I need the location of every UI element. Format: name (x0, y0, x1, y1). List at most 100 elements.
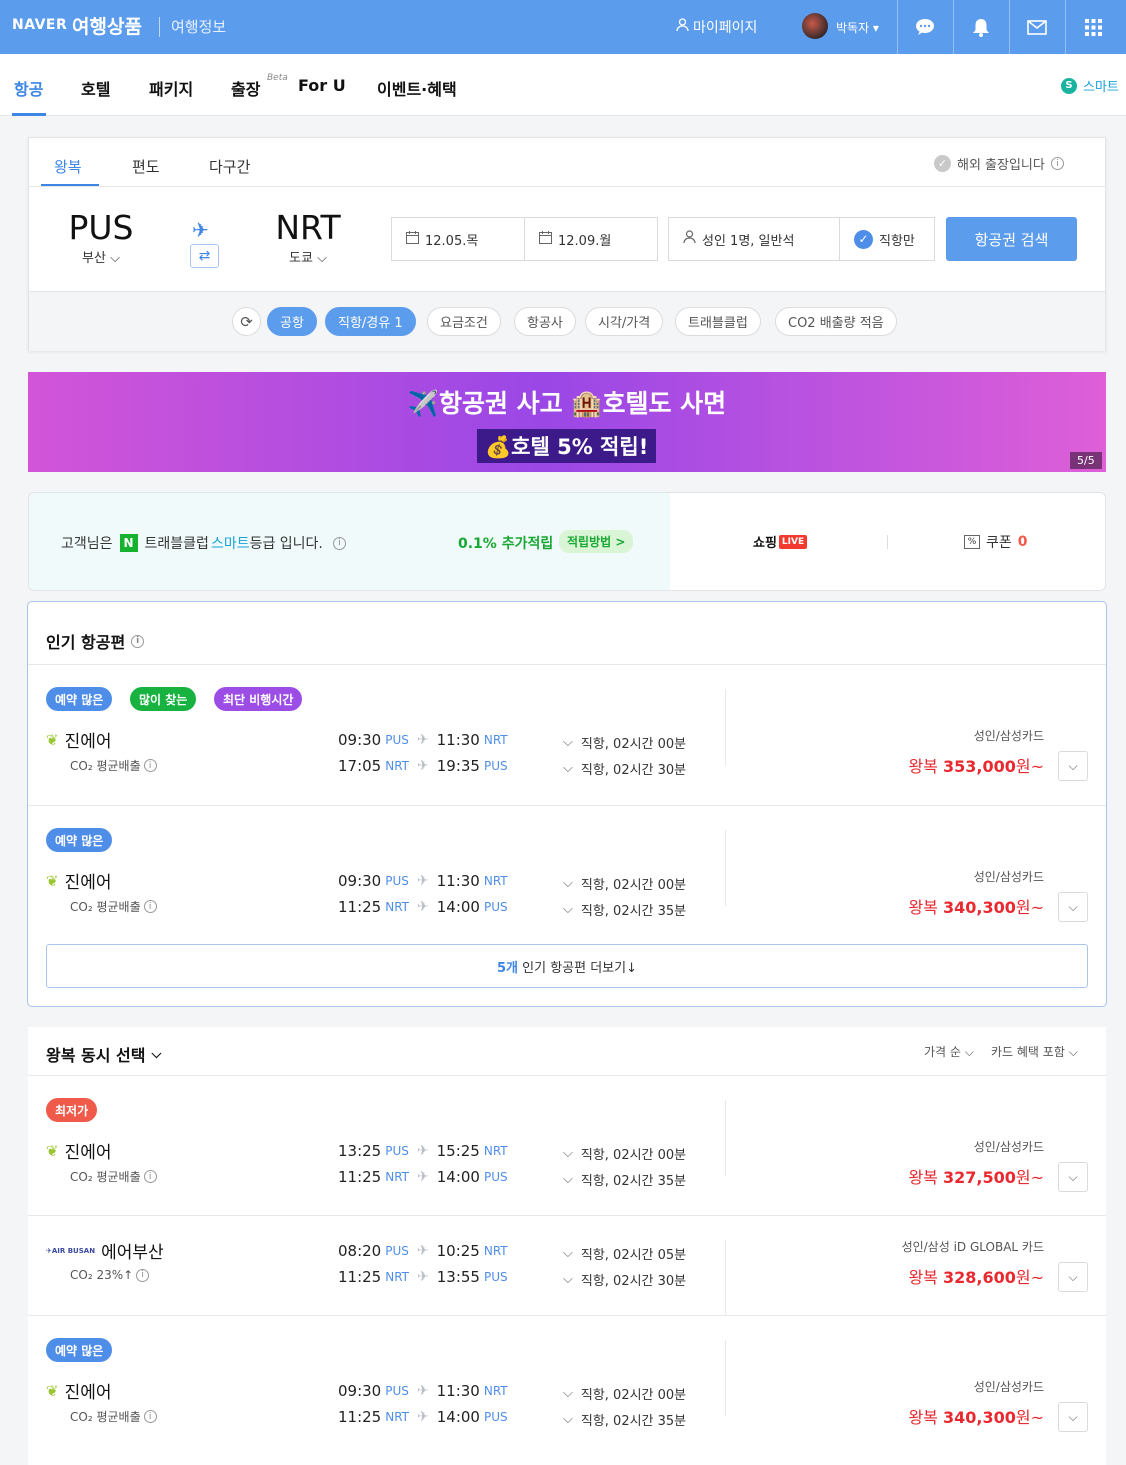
tab-events[interactable]: 이벤트·혜택 (377, 76, 457, 100)
apps-grid-icon[interactable] (1082, 16, 1104, 38)
flight-duration[interactable]: ⌵ 직항, 02시간 35분 (563, 1410, 686, 1429)
filter-time-price[interactable]: 시각/가격 (585, 307, 664, 336)
reset-filters-button[interactable]: ⟳ (232, 307, 261, 336)
return-date-field[interactable]: 12.09.월 (524, 217, 658, 261)
expand-button[interactable]: ⌵ (1058, 1262, 1088, 1292)
flight-duration[interactable]: ⌵ 직항, 02시간 00분 (563, 1144, 686, 1163)
price-prefix: 왕복 (908, 1268, 938, 1287)
flight-duration[interactable]: ⌵ 직항, 02시간 35분 (563, 900, 686, 919)
origin-city: 부산 (82, 251, 106, 266)
co2-label: CO₂ 평균배출 (70, 1410, 141, 1424)
filter-airport[interactable]: 공항 (267, 307, 317, 336)
flight-duration[interactable]: ⌵ 직항, 02시간 05분 (563, 1244, 686, 1263)
divider (725, 1340, 726, 1416)
price-value: 340,300 (942, 898, 1016, 917)
tab-for-u[interactable]: For U (298, 76, 346, 95)
coupon-link[interactable]: % 쿠폰 0 (964, 532, 1028, 552)
info-icon[interactable]: i (136, 1268, 150, 1282)
overseas-business-toggle[interactable]: ✓ 해외 출장입니다 i (934, 154, 1064, 173)
tab-one-way[interactable]: 편도 (132, 156, 160, 177)
popular-title: 인기 항공편 (46, 633, 126, 652)
departure-date-field[interactable]: 12.05.목 (391, 217, 525, 261)
sort-card-dropdown[interactable]: 카드 혜택 포함 ⌵ (991, 1043, 1078, 1060)
info-icon[interactable]: i (143, 1410, 157, 1423)
flight-duration[interactable]: ⌵ 직항, 02시간 00분 (563, 733, 686, 752)
filter-co2[interactable]: CO2 배출량 적음 (775, 307, 897, 336)
tab-business-trip[interactable]: 출장 (231, 76, 260, 100)
shopping-live-link[interactable]: 쇼핑 LIVE (753, 532, 808, 551)
origin-selector[interactable]: PUS 부산 ⌵ (65, 208, 137, 266)
bell-icon[interactable] (970, 16, 992, 38)
expand-button[interactable]: ⌵ (1058, 751, 1088, 781)
passenger-field[interactable]: 성인 1명, 일반석 (668, 217, 840, 261)
info-icon[interactable]: i (143, 900, 157, 913)
travel-info-link[interactable]: 여행정보 (171, 16, 226, 37)
flight-search-button[interactable]: 항공권 검색 (946, 217, 1077, 261)
expand-button[interactable]: ⌵ (1058, 1402, 1088, 1432)
flight-duration[interactable]: ⌵ 직항, 02시간 00분 (563, 874, 686, 893)
info-icon[interactable]: i (332, 536, 346, 550)
accrual-method-button[interactable]: 적립방법 > (559, 530, 634, 553)
chat-icon[interactable] (914, 16, 936, 38)
flight-price[interactable]: 왕복 340,300원~ (824, 894, 1044, 918)
check-icon: ✓ (934, 155, 951, 172)
flight-price[interactable]: 왕복 327,500원~ (824, 1164, 1044, 1188)
sort-price-dropdown[interactable]: 가격 순 ⌵ (924, 1043, 974, 1060)
airline-label: 진에어 (64, 873, 112, 893)
expand-button[interactable]: ⌵ (1058, 892, 1088, 922)
calendar-icon (406, 230, 419, 248)
direct-only-checkbox[interactable]: ✓ 직항만 (839, 217, 935, 261)
mail-icon[interactable] (1026, 16, 1048, 38)
tab-packages[interactable]: 패키지 (149, 76, 193, 100)
chevron-down-icon: ⌵ (151, 1046, 162, 1062)
more-popular-button[interactable]: 5개 인기 항공편 더보기↓ (46, 944, 1088, 988)
info-icon[interactable]: i (143, 759, 157, 772)
club-msg-suffix: 등급 입니다. (249, 536, 323, 552)
flight-leg: 11:25 NRT ✈ 14:00 PUS (338, 898, 508, 916)
flight-duration[interactable]: ⌵ 직항, 02시간 30분 (563, 1270, 686, 1289)
duration-label: 직항, 02시간 30분 (580, 1274, 687, 1289)
filter-stops[interactable]: 직항/경유 1 (325, 307, 416, 336)
departure-time: 08:20 (338, 1242, 382, 1260)
flight-duration[interactable]: ⌵ 직항, 02시간 35분 (563, 1170, 686, 1189)
departure-airport: PUS (385, 1244, 409, 1258)
filter-travel-club[interactable]: 트래블클럽 (675, 307, 761, 336)
flight-row[interactable]: 최저가 ❦ 진에어 CO₂ 평균배출 i 13:25 PUS ✈ 15:25 NR… (28, 1076, 1106, 1216)
section-title[interactable]: 왕복 동시 선택 ⌵ (46, 1042, 161, 1066)
info-icon[interactable]: i (131, 634, 145, 648)
flight-row[interactable]: 예약 많은 많이 찾는 최단 비행시간 ❦ 진에어 CO₂ 평균배출 i 09:30 … (28, 665, 1106, 806)
info-icon[interactable]: i (1050, 157, 1064, 170)
flight-row[interactable]: 예약 많은 ❦ 진에어 CO₂ 평균배출 i 09:30 PUS ✈ 11:30 … (28, 1316, 1106, 1456)
price-prefix: 왕복 (908, 757, 938, 776)
flight-duration[interactable]: ⌵ 직항, 02시간 30분 (563, 759, 686, 778)
flight-price[interactable]: 왕복 340,300원~ (824, 1404, 1044, 1428)
arrival-airport: NRT (483, 874, 508, 888)
tab-round-trip[interactable]: 왕복 (54, 156, 82, 177)
flight-price[interactable]: 왕복 328,600원~ (824, 1264, 1044, 1288)
promo-banner[interactable]: ✈️항공권 사고 🏨호텔도 사면 💰호텔 5% 적립! 5/5 (28, 372, 1106, 472)
info-icon[interactable]: i (143, 1170, 157, 1183)
departure-time: 09:30 (338, 872, 382, 890)
flight-row[interactable]: 예약 많은 ❦ 진에어 CO₂ 평균배출 i 09:30 PUS ✈ 11:30 … (28, 806, 1106, 947)
mypage-link[interactable]: 마이페이지 (676, 17, 757, 37)
chevron-down-icon: ⌵ (1068, 1409, 1078, 1424)
airline-label: 진에어 (64, 732, 112, 752)
swap-route-button[interactable]: ⇄ (190, 244, 219, 268)
smart-grade-link[interactable]: S 스마트 (1061, 76, 1119, 95)
avatar[interactable] (802, 13, 828, 39)
expand-button[interactable]: ⌵ (1058, 1162, 1088, 1192)
naver-logo[interactable]: NAVER (12, 17, 67, 33)
flight-duration[interactable]: ⌵ 직항, 02시간 00분 (563, 1384, 686, 1403)
flight-price[interactable]: 왕복 353,000원~ (824, 753, 1044, 777)
brand-title[interactable]: 여행상품 (72, 12, 142, 39)
flight-row[interactable]: ✈AIR BUSAN 에어부산 CO₂ 23%↑ i 08:20 PUS ✈ 10… (28, 1216, 1106, 1316)
tab-hotels[interactable]: 호텔 (81, 76, 110, 100)
destination-selector[interactable]: NRT 도쿄 ⌵ (272, 208, 344, 266)
tab-flights[interactable]: 항공 (14, 76, 43, 100)
filter-airline[interactable]: 항공사 (514, 307, 576, 336)
beta-label: Beta (267, 73, 288, 83)
user-menu[interactable]: 박독자 ▾ (836, 19, 879, 36)
filter-fare-conditions[interactable]: 요금조건 (427, 307, 501, 336)
banner-subline: 💰호텔 5% 적립! (477, 429, 657, 463)
tab-multi-city[interactable]: 다구간 (209, 156, 250, 177)
